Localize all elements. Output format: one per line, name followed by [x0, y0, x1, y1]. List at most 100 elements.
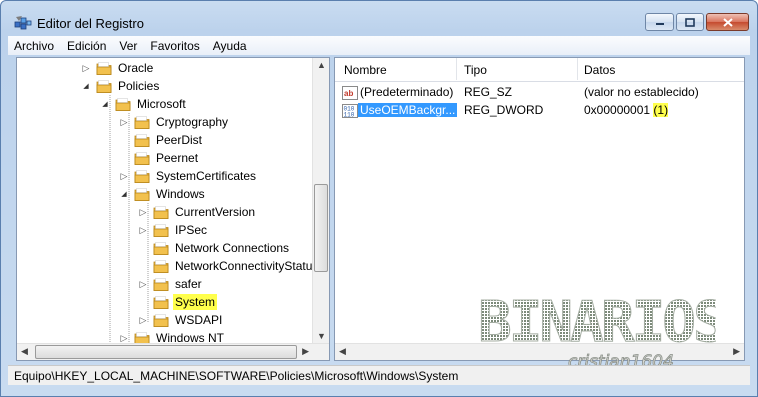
- folder-icon: [153, 313, 169, 327]
- tree-item[interactable]: System: [137, 293, 218, 311]
- tree-item-label: Peernet: [156, 151, 199, 165]
- tree-item-label: PeerDist: [156, 133, 203, 147]
- tree-item-label: SystemCertificates: [156, 169, 257, 183]
- expanded-arrow-icon[interactable]: ◢: [118, 185, 130, 203]
- close-button[interactable]: [706, 13, 749, 31]
- collapsed-arrow-icon[interactable]: ▷: [118, 113, 130, 131]
- collapsed-arrow-icon[interactable]: ▷: [137, 311, 149, 329]
- registry-editor-window: Editor del Registro Archivo Edición Ver …: [0, 0, 758, 397]
- tree-horizontal-scrollbar[interactable]: ◀ ▶: [17, 343, 329, 360]
- menu-ayuda[interactable]: Ayuda: [207, 39, 254, 53]
- tree-horizontal-thumb[interactable]: [35, 345, 297, 359]
- minimize-icon: [655, 23, 664, 25]
- tree-item-label: IPSec: [175, 223, 208, 237]
- folder-icon: [134, 151, 150, 165]
- menu-favoritos[interactable]: Favoritos: [144, 39, 206, 53]
- scroll-left-icon[interactable]: ◀: [339, 346, 346, 357]
- value-name: UseOEMBackgr...: [358, 103, 458, 117]
- folder-icon: [153, 259, 169, 273]
- tree-item[interactable]: ▷ WSDAPI: [137, 311, 224, 329]
- scroll-up-icon[interactable]: ▲: [317, 60, 326, 70]
- tree-item[interactable]: ◢ Windows: [118, 185, 207, 203]
- menu-archivo[interactable]: Archivo: [8, 39, 61, 53]
- tree-item[interactable]: PeerDist: [118, 131, 204, 149]
- tree-item[interactable]: Network Connections: [137, 239, 291, 257]
- tree-item-label: CurrentVersion: [175, 205, 256, 219]
- tree-item[interactable]: ▷ IPSec: [137, 221, 209, 239]
- tree-item[interactable]: Peernet: [118, 149, 200, 167]
- tree-item-label: Policies: [118, 79, 160, 93]
- tree-item-label: NetworkConnectivityStatu: [175, 259, 313, 273]
- collapsed-arrow-icon[interactable]: ▷: [137, 203, 149, 221]
- value-type: REG_DWORD: [464, 103, 544, 117]
- tree-item-label: System: [173, 294, 218, 310]
- status-bar: Equipo\HKEY_LOCAL_MACHINE\SOFTWARE\Polic…: [8, 365, 750, 385]
- tree-item-label: Network Connections: [175, 241, 290, 255]
- title-bar[interactable]: Editor del Registro: [1, 1, 757, 35]
- minimize-button[interactable]: [645, 13, 674, 31]
- maximize-icon: [685, 17, 695, 27]
- scroll-right-icon[interactable]: ▶: [302, 346, 309, 357]
- folder-icon: [134, 169, 150, 183]
- tree-item[interactable]: ▷ SystemCertificates: [118, 167, 258, 185]
- expanded-arrow-icon[interactable]: ◢: [80, 77, 92, 95]
- scroll-left-icon[interactable]: ◀: [21, 346, 28, 357]
- menu-edicion[interactable]: Edición: [61, 39, 113, 53]
- column-tipo[interactable]: Tipo: [464, 63, 487, 77]
- tree-vertical-thumb[interactable]: [314, 184, 328, 272]
- list-row[interactable]: ab (Predeterminado) REG_SZ (valor no est…: [335, 84, 744, 102]
- tree-item[interactable]: ◢ Microsoft: [99, 95, 188, 113]
- value-type: REG_SZ: [464, 85, 513, 99]
- collapsed-arrow-icon[interactable]: ▷: [137, 275, 149, 293]
- binarios-watermark: BINARIOS cristian1604: [478, 290, 717, 373]
- folder-icon: [153, 295, 169, 309]
- menu-ver[interactable]: Ver: [113, 39, 144, 53]
- folder-icon: [96, 79, 112, 93]
- tree-vertical-scrollbar[interactable]: ▲ ▼: [312, 58, 329, 343]
- registry-editor-icon: [14, 16, 32, 30]
- tree-item-label: Cryptography: [156, 115, 229, 129]
- folder-icon: [153, 277, 169, 291]
- column-nombre[interactable]: Nombre: [344, 63, 387, 77]
- tree-item[interactable]: ▷ CurrentVersion: [137, 203, 257, 221]
- tree-item-label: Windows: [156, 187, 205, 201]
- value-data: 0x00000001 (1): [584, 103, 669, 117]
- tree-item[interactable]: ▷ safer: [137, 275, 204, 293]
- collapsed-arrow-icon[interactable]: ▷: [80, 59, 92, 77]
- column-separator[interactable]: [456, 58, 457, 80]
- status-path: Equipo\HKEY_LOCAL_MACHINE\SOFTWARE\Polic…: [14, 368, 459, 383]
- value-data-highlight: (1): [653, 103, 669, 117]
- expanded-arrow-icon[interactable]: ◢: [99, 95, 111, 113]
- tree-item[interactable]: ◢ Policies: [80, 77, 161, 95]
- watermark-title: BINARIOS: [478, 290, 716, 355]
- tree-item-label: Oracle: [118, 61, 154, 75]
- folder-icon: [134, 187, 150, 201]
- scroll-right-icon[interactable]: ▶: [733, 346, 740, 357]
- folder-icon: [96, 61, 112, 75]
- column-datos[interactable]: Datos: [584, 63, 615, 77]
- collapsed-arrow-icon[interactable]: ▷: [118, 167, 130, 185]
- tree-item[interactable]: NetworkConnectivityStatu: [137, 257, 314, 275]
- window-title: Editor del Registro: [37, 16, 144, 31]
- tree-item[interactable]: ▷ Cryptography: [118, 113, 230, 131]
- binary-value-icon: 010 110: [342, 104, 358, 119]
- svg-text:110: 110: [344, 112, 355, 119]
- tree-item-label: Microsoft: [137, 97, 186, 111]
- value-data: (valor no establecido): [584, 85, 699, 99]
- maximize-button[interactable]: [676, 13, 704, 31]
- folder-icon: [153, 241, 169, 255]
- folder-icon: [134, 115, 150, 129]
- scroll-down-icon[interactable]: ▼: [317, 331, 326, 341]
- key-tree-pane[interactable]: ▷ Oracle ◢ Policies ◢ Microsoft ▷ Cryptography P…: [16, 57, 330, 361]
- list-row-selected[interactable]: 010 110 UseOEMBackgr... REG_DWORD 0x0000…: [335, 102, 744, 120]
- column-separator[interactable]: [577, 58, 578, 80]
- collapsed-arrow-icon[interactable]: ▷: [137, 221, 149, 239]
- folder-icon: [134, 133, 150, 147]
- tree-item[interactable]: ▷ Oracle: [80, 59, 155, 77]
- folder-icon: [153, 223, 169, 237]
